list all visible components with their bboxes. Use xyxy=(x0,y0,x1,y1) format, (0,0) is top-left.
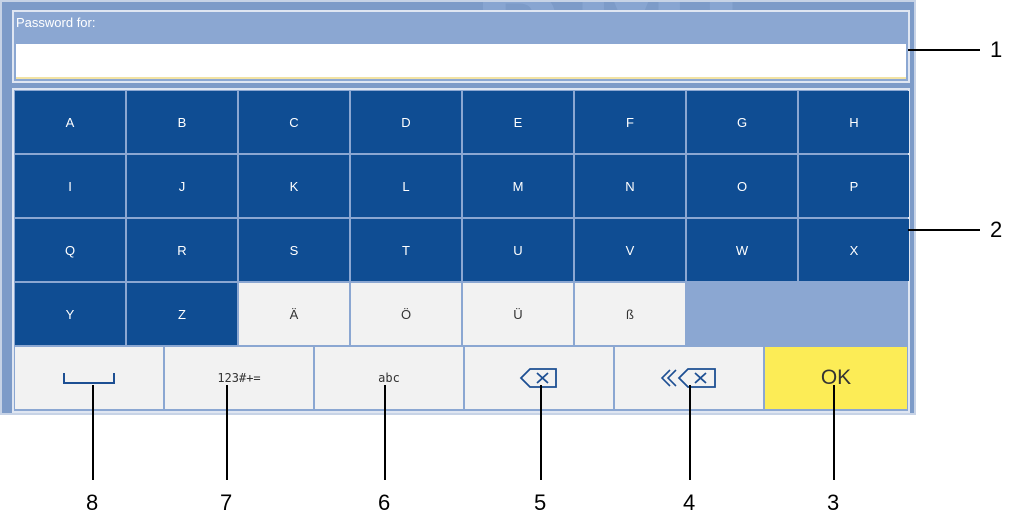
key-z[interactable]: Z xyxy=(127,283,237,345)
key-eszett[interactable]: ß xyxy=(575,283,685,345)
callout-number-7: 7 xyxy=(220,490,233,515)
password-input[interactable] xyxy=(16,44,906,79)
key-u-umlaut[interactable]: Ü xyxy=(463,283,573,345)
callout-number-5: 5 xyxy=(534,490,547,515)
key-m[interactable]: M xyxy=(463,155,573,217)
key-a-umlaut[interactable]: Ä xyxy=(239,283,349,345)
backspace-icon xyxy=(519,368,557,388)
lowercase-button[interactable]: abc xyxy=(315,347,463,409)
password-entry-screen: B M I Password for: A B C D E F G H I J K … xyxy=(0,0,916,415)
key-a[interactable]: A xyxy=(15,91,125,153)
callout-number-2: 2 xyxy=(990,217,1003,242)
callout-number-3: 3 xyxy=(827,490,840,515)
key-d[interactable]: D xyxy=(351,91,461,153)
callout-line-6 xyxy=(384,385,386,480)
on-screen-keyboard: A B C D E F G H I J K L M N O P Q R S T … xyxy=(12,88,910,413)
callout-line-4 xyxy=(689,385,691,480)
numeric-symbols-button[interactable]: 123#+= xyxy=(165,347,313,409)
callout-number-8: 8 xyxy=(86,490,99,515)
ok-button[interactable]: OK xyxy=(765,347,907,409)
key-j[interactable]: J xyxy=(127,155,237,217)
key-x[interactable]: X xyxy=(799,219,909,281)
space-button[interactable] xyxy=(15,347,163,409)
key-c[interactable]: C xyxy=(239,91,349,153)
key-v[interactable]: V xyxy=(575,219,685,281)
callout-line-8 xyxy=(92,385,94,480)
key-r[interactable]: R xyxy=(127,219,237,281)
callout-number-4: 4 xyxy=(683,490,696,515)
key-n[interactable]: N xyxy=(575,155,685,217)
callout-number-1: 1 xyxy=(990,37,1003,62)
key-o[interactable]: O xyxy=(687,155,797,217)
key-f[interactable]: F xyxy=(575,91,685,153)
key-t[interactable]: T xyxy=(351,219,461,281)
key-k[interactable]: K xyxy=(239,155,349,217)
key-s[interactable]: S xyxy=(239,219,349,281)
callout-line-2 xyxy=(908,229,980,231)
callout-line-3 xyxy=(833,385,835,480)
callout-line-1 xyxy=(908,49,980,51)
key-g[interactable]: G xyxy=(687,91,797,153)
password-panel: Password for: xyxy=(12,10,910,83)
key-q[interactable]: Q xyxy=(15,219,125,281)
key-y[interactable]: Y xyxy=(15,283,125,345)
key-b[interactable]: B xyxy=(127,91,237,153)
key-i[interactable]: I xyxy=(15,155,125,217)
backspace-button[interactable] xyxy=(465,347,613,409)
key-o-umlaut[interactable]: Ö xyxy=(351,283,461,345)
key-e[interactable]: E xyxy=(463,91,573,153)
key-p[interactable]: P xyxy=(799,155,909,217)
space-icon xyxy=(63,373,115,384)
callout-line-5 xyxy=(540,385,542,480)
password-label: Password for: xyxy=(16,15,96,30)
key-w[interactable]: W xyxy=(687,219,797,281)
key-l[interactable]: L xyxy=(351,155,461,217)
callout-number-6: 6 xyxy=(378,490,391,515)
callout-line-7 xyxy=(226,385,228,480)
key-u[interactable]: U xyxy=(463,219,573,281)
key-h[interactable]: H xyxy=(799,91,909,153)
